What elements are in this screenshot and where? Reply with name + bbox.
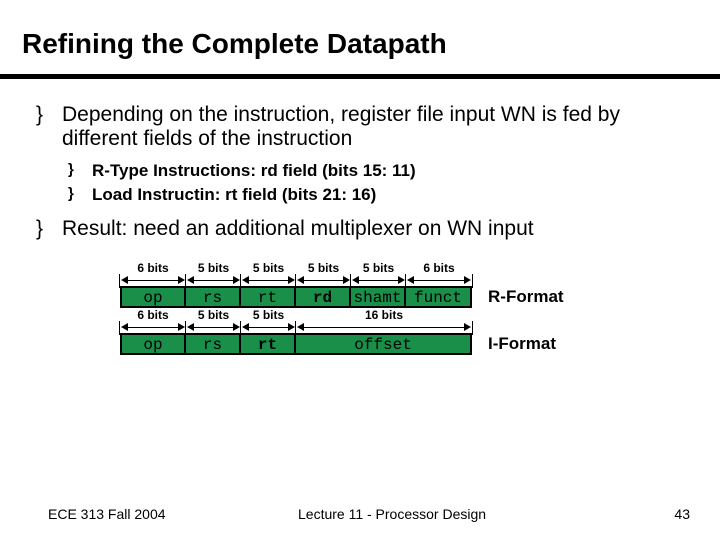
footer-course: ECE 313 Fall 2004 [48, 506, 268, 522]
bullet-1a: } R-Type Instructions: rd field (bits 15… [0, 161, 720, 185]
bits-label: 6 bits [406, 261, 472, 276]
instruction-formats: 6 bits 5 bits 5 bits 5 bits 5 bits 6 bit… [0, 251, 720, 355]
bullet-1-text: Depending on the instruction, register f… [62, 103, 684, 151]
bullet-glyph-icon: } [68, 185, 92, 205]
bullet-glyph-icon: } [36, 217, 62, 241]
bits-label: 5 bits [186, 261, 241, 276]
field-rt: rt [241, 286, 296, 308]
field-rd: rd [296, 286, 351, 308]
bullet-1b: } Load Instructin: rt field (bits 21: 16… [0, 185, 720, 209]
slide-footer: ECE 313 Fall 2004 Lecture 11 - Processor… [0, 506, 720, 522]
bullet-2-text: Result: need an additional multiplexer o… [62, 217, 534, 241]
bullet-1b-text: Load Instructin: rt field (bits 21: 16) [92, 185, 376, 205]
field-rt: rt [241, 333, 296, 355]
field-funct: funct [406, 286, 472, 308]
bits-label: 5 bits [241, 261, 296, 276]
bits-label: 5 bits [186, 308, 241, 323]
bits-label: 5 bits [241, 308, 296, 323]
field-op: op [120, 333, 186, 355]
rformat-arrows [120, 276, 684, 286]
bits-label: 6 bits [120, 308, 186, 323]
bullet-1: } Depending on the instruction, register… [0, 103, 720, 161]
iformat-arrows [120, 323, 684, 333]
iformat-label: I-Format [472, 334, 556, 355]
field-shamt: shamt [351, 286, 406, 308]
slide-title: Refining the Complete Datapath [0, 0, 720, 74]
iformat-bitlabels: 6 bits 5 bits 5 bits 16 bits [120, 308, 684, 323]
field-rs: rs [186, 286, 241, 308]
bits-label: 5 bits [351, 261, 406, 276]
bullet-glyph-icon: } [68, 161, 92, 181]
rformat-bitlabels: 6 bits 5 bits 5 bits 5 bits 5 bits 6 bit… [120, 261, 684, 276]
footer-lecture: Lecture 11 - Processor Design [268, 506, 650, 522]
bits-label: 5 bits [296, 261, 351, 276]
field-rs: rs [186, 333, 241, 355]
field-op: op [120, 286, 186, 308]
bits-label: 6 bits [120, 261, 186, 276]
footer-page-number: 43 [650, 506, 690, 522]
bullet-glyph-icon: } [36, 103, 62, 151]
bullet-1a-text: R-Type Instructions: rd field (bits 15: … [92, 161, 416, 181]
iformat-fields: op rs rt offset I-Format [120, 333, 684, 355]
bullet-2: } Result: need an additional multiplexer… [0, 217, 720, 251]
rformat-label: R-Format [472, 287, 564, 308]
rformat-fields: op rs rt rd shamt funct R-Format [120, 286, 684, 308]
bits-label: 16 bits [296, 308, 472, 323]
field-offset: offset [296, 333, 472, 355]
title-rule [0, 74, 720, 79]
